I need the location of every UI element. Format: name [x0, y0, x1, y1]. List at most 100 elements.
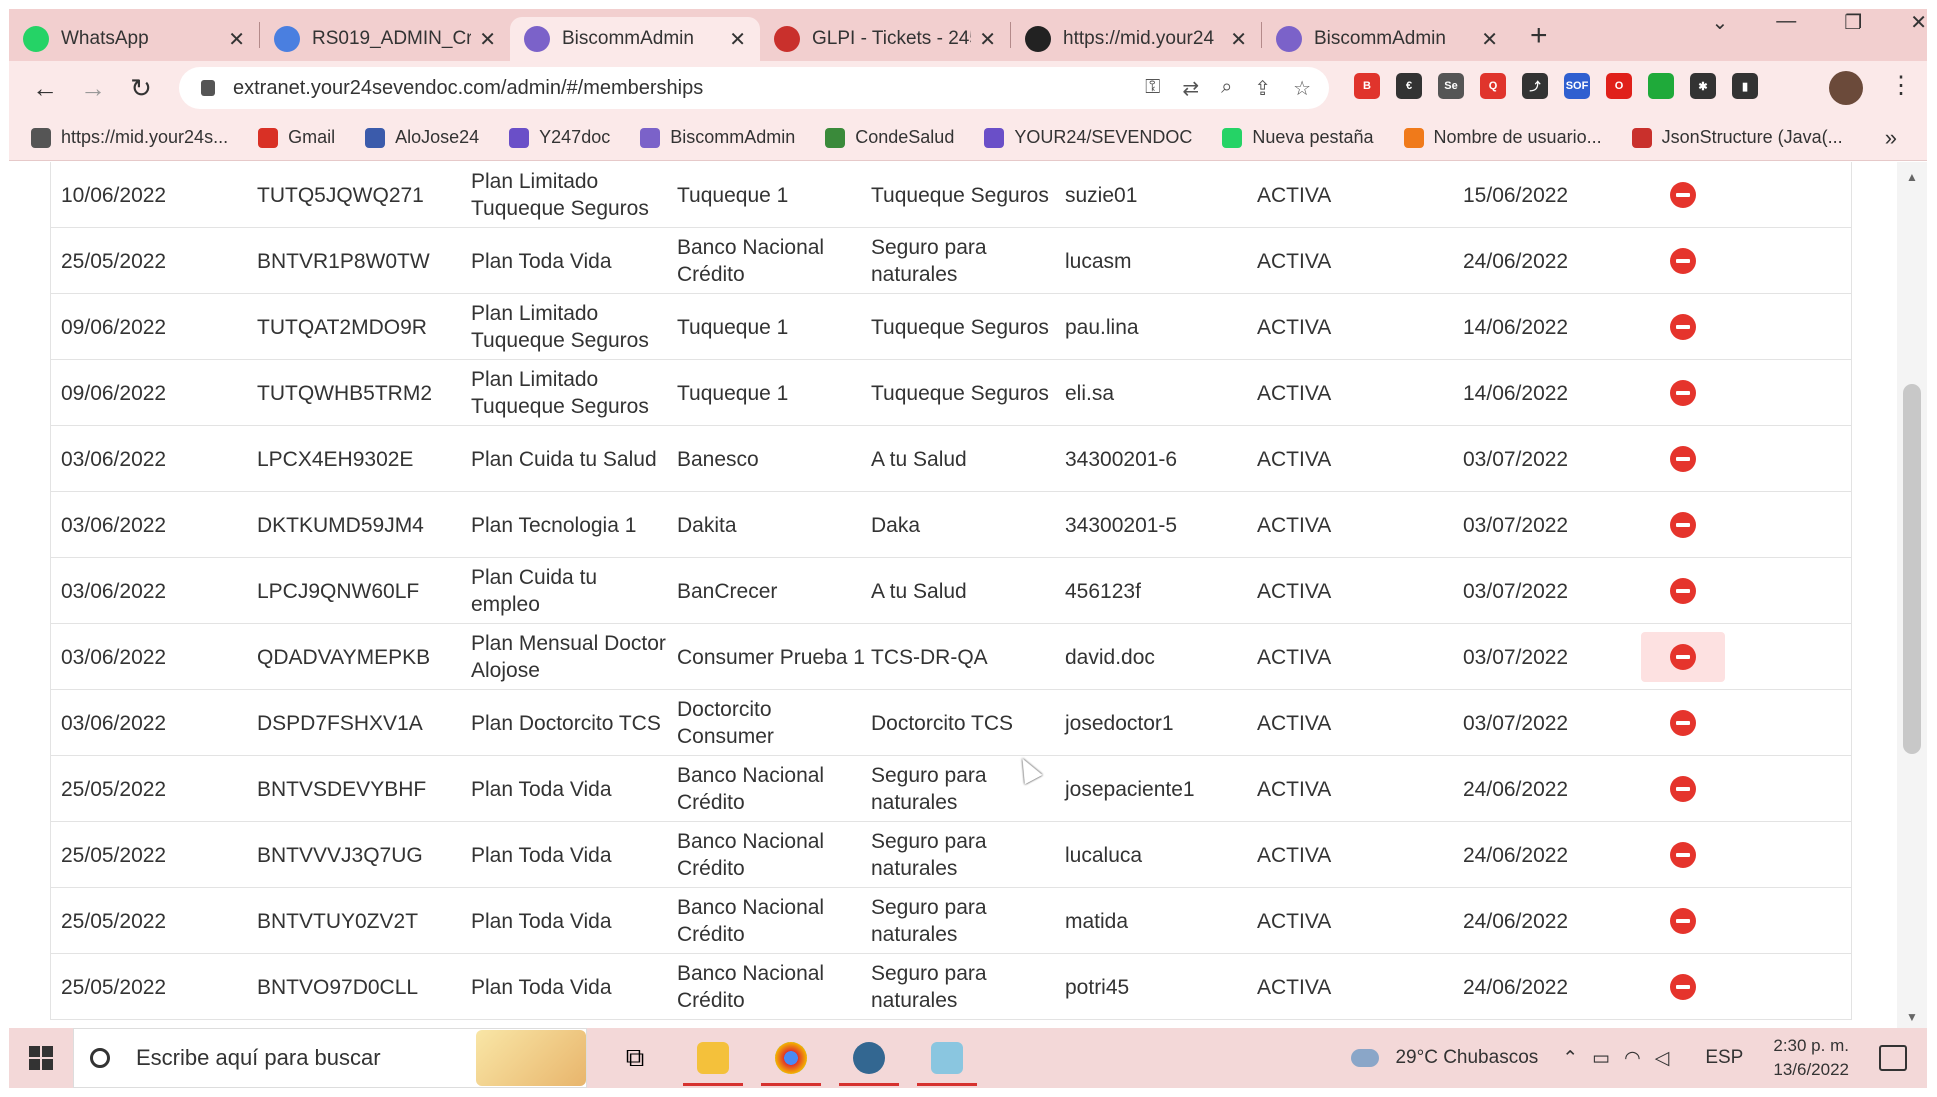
page-scrollbar[interactable]: ▲ ▼ [1897, 162, 1927, 1028]
weather-widget[interactable]: 29°C Chubascos [1351, 1047, 1538, 1069]
bookmark-item[interactable]: YOUR24/SEVENDOC [984, 127, 1192, 148]
delete-membership-button[interactable] [1641, 822, 1725, 888]
membership-date: 25/05/2022 [61, 777, 167, 801]
delete-membership-button[interactable] [1641, 954, 1725, 1020]
minimize-button[interactable]: — [1776, 10, 1796, 35]
reload-button[interactable]: ↻ [117, 73, 165, 104]
clock[interactable]: 2:30 p. m. 13/6/2022 [1773, 1034, 1849, 1082]
translate-icon[interactable]: ⇄ [1182, 76, 1199, 101]
tab-search-icon[interactable]: ⌄ [1712, 10, 1729, 35]
zoom-icon[interactable]: ⌕ [1221, 76, 1232, 101]
browser-tab[interactable]: https://mid.your24 ✕ [1011, 17, 1261, 61]
task-view-button[interactable]: ⧉ [605, 1028, 665, 1088]
membership-code: DKTKUMD59JM4 [257, 513, 424, 537]
username: potri45 [1065, 975, 1130, 999]
browser-tab[interactable]: BiscommAdmin ✕ [1262, 17, 1512, 61]
address-bar[interactable]: extranet.your24sevendoc.com/admin/#/memb… [179, 67, 1329, 109]
restore-button[interactable]: ❐ [1844, 10, 1862, 35]
bookmark-item[interactable]: AloJose24 [365, 127, 479, 148]
extension-icon[interactable]: ✱ [1690, 73, 1716, 99]
browser-tab[interactable]: WhatsApp ✕ [9, 17, 259, 61]
delete-membership-button[interactable] [1641, 162, 1725, 228]
new-tab-button[interactable]: + [1530, 19, 1548, 53]
bookmark-item[interactable]: Y247doc [509, 127, 610, 148]
extension-icon[interactable]: Q [1480, 73, 1506, 99]
scroll-down-icon[interactable]: ▼ [1906, 1010, 1918, 1024]
file-explorer-button[interactable] [683, 1028, 743, 1088]
status-label: ACTIVA [1257, 579, 1332, 603]
key-icon[interactable]: ⚿ [1145, 76, 1160, 101]
menu-icon[interactable]: ⋮ [1889, 71, 1913, 100]
expiry-date: 03/07/2022 [1463, 711, 1569, 735]
bookmark-item[interactable]: JsonStructure (Java(... [1631, 127, 1843, 148]
extension-icon[interactable]: ▮ [1732, 73, 1758, 99]
status-label: ACTIVA [1257, 843, 1332, 867]
app-button[interactable] [917, 1028, 977, 1088]
browser-tab[interactable]: RS019_ADMIN_Cre ✕ [260, 17, 510, 61]
plan-name: Plan Doctorcito TCS [471, 711, 661, 735]
bookmark-item[interactable]: CondeSalud [825, 127, 954, 148]
back-button[interactable]: ← [21, 73, 69, 104]
delete-membership-button[interactable] [1641, 690, 1725, 756]
close-tab-icon[interactable]: ✕ [228, 27, 245, 52]
extension-icon[interactable]: € [1396, 73, 1422, 99]
bookmark-item[interactable]: https://mid.your24s... [31, 127, 228, 148]
close-window-button[interactable]: ✕ [1910, 10, 1927, 35]
tab-favicon-icon [1025, 26, 1051, 52]
browser-tab[interactable]: BiscommAdmin ✕ [510, 17, 760, 61]
delete-membership-button[interactable] [1641, 756, 1725, 822]
star-icon[interactable]: ☆ [1293, 76, 1311, 101]
close-tab-icon[interactable]: ✕ [1230, 27, 1247, 52]
bookmark-item[interactable]: Gmail [258, 127, 335, 148]
remove-circle-icon [1670, 512, 1696, 538]
start-button[interactable] [9, 1028, 73, 1088]
delete-membership-button[interactable] [1641, 558, 1725, 624]
close-tab-icon[interactable]: ✕ [979, 27, 996, 52]
insurer-name: Daka [871, 513, 921, 537]
more-bookmarks-icon[interactable]: » [1885, 125, 1897, 151]
weather-text: 29°C Chubascos [1395, 1047, 1539, 1068]
plan-name: Plan Limitado Tuqueque Seguros [471, 302, 649, 352]
extension-icon[interactable]: Se [1438, 73, 1464, 99]
taskbar-search[interactable]: Escribe aquí para buscar [73, 1028, 587, 1088]
close-tab-icon[interactable]: ✕ [479, 27, 496, 52]
insurer-name: Tuqueque Seguros [871, 183, 1049, 207]
delete-membership-button[interactable] [1641, 426, 1725, 492]
forward-button[interactable]: → [69, 73, 117, 104]
profile-avatar[interactable] [1829, 71, 1863, 105]
insurer-name: Seguro para naturales [871, 896, 987, 946]
extension-icon[interactable]: ⤴ [1522, 73, 1548, 99]
delete-membership-button[interactable] [1641, 492, 1725, 558]
language-indicator[interactable]: ESP [1705, 1047, 1743, 1069]
postgres-button[interactable] [839, 1028, 899, 1088]
table-row: 25/05/2022 BNTVR1P8W0TW Plan Toda Vida Banc… [51, 228, 1851, 294]
extension-icon[interactable]: SOF [1564, 73, 1590, 99]
insurer-name: TCS-DR-QA [871, 645, 988, 669]
notification-icon[interactable] [1879, 1045, 1907, 1071]
delete-membership-button[interactable] [1641, 888, 1725, 954]
delete-membership-button[interactable] [1641, 228, 1725, 294]
share-icon[interactable]: ⇪ [1254, 76, 1271, 101]
delete-membership-button[interactable] [1641, 294, 1725, 360]
url-text[interactable]: extranet.your24sevendoc.com/admin/#/memb… [233, 77, 1145, 100]
bookmark-item[interactable]: BiscommAdmin [640, 127, 795, 148]
bookmarks-bar: https://mid.your24s... Gmail AloJose24 Y247… [9, 115, 1927, 161]
close-tab-icon[interactable]: ✕ [1481, 27, 1498, 52]
browser-tab[interactable]: GLPI - Tickets - 245 ✕ [760, 17, 1010, 61]
chrome-button[interactable] [761, 1028, 821, 1088]
bookmark-item[interactable]: Nombre de usuario... [1403, 127, 1602, 148]
delete-membership-button[interactable] [1641, 360, 1725, 426]
lock-icon[interactable] [201, 80, 215, 96]
tray-icons[interactable]: ⌃▭◠◁ [1562, 1047, 1683, 1070]
extension-icon[interactable] [1648, 73, 1674, 99]
extension-icon[interactable]: O [1606, 73, 1632, 99]
scrollbar-thumb[interactable] [1903, 384, 1921, 754]
close-tab-icon[interactable]: ✕ [729, 27, 746, 52]
bookmark-item[interactable]: Nueva pestaña [1222, 127, 1374, 148]
extension-icon[interactable]: B [1354, 73, 1380, 99]
status-label: ACTIVA [1257, 975, 1332, 999]
delete-membership-button[interactable] [1641, 632, 1725, 682]
scroll-up-icon[interactable]: ▲ [1906, 170, 1918, 184]
company-name: Banco Nacional Crédito [677, 962, 825, 1012]
membership-code: LPCJ9QNW60LF [257, 579, 420, 603]
